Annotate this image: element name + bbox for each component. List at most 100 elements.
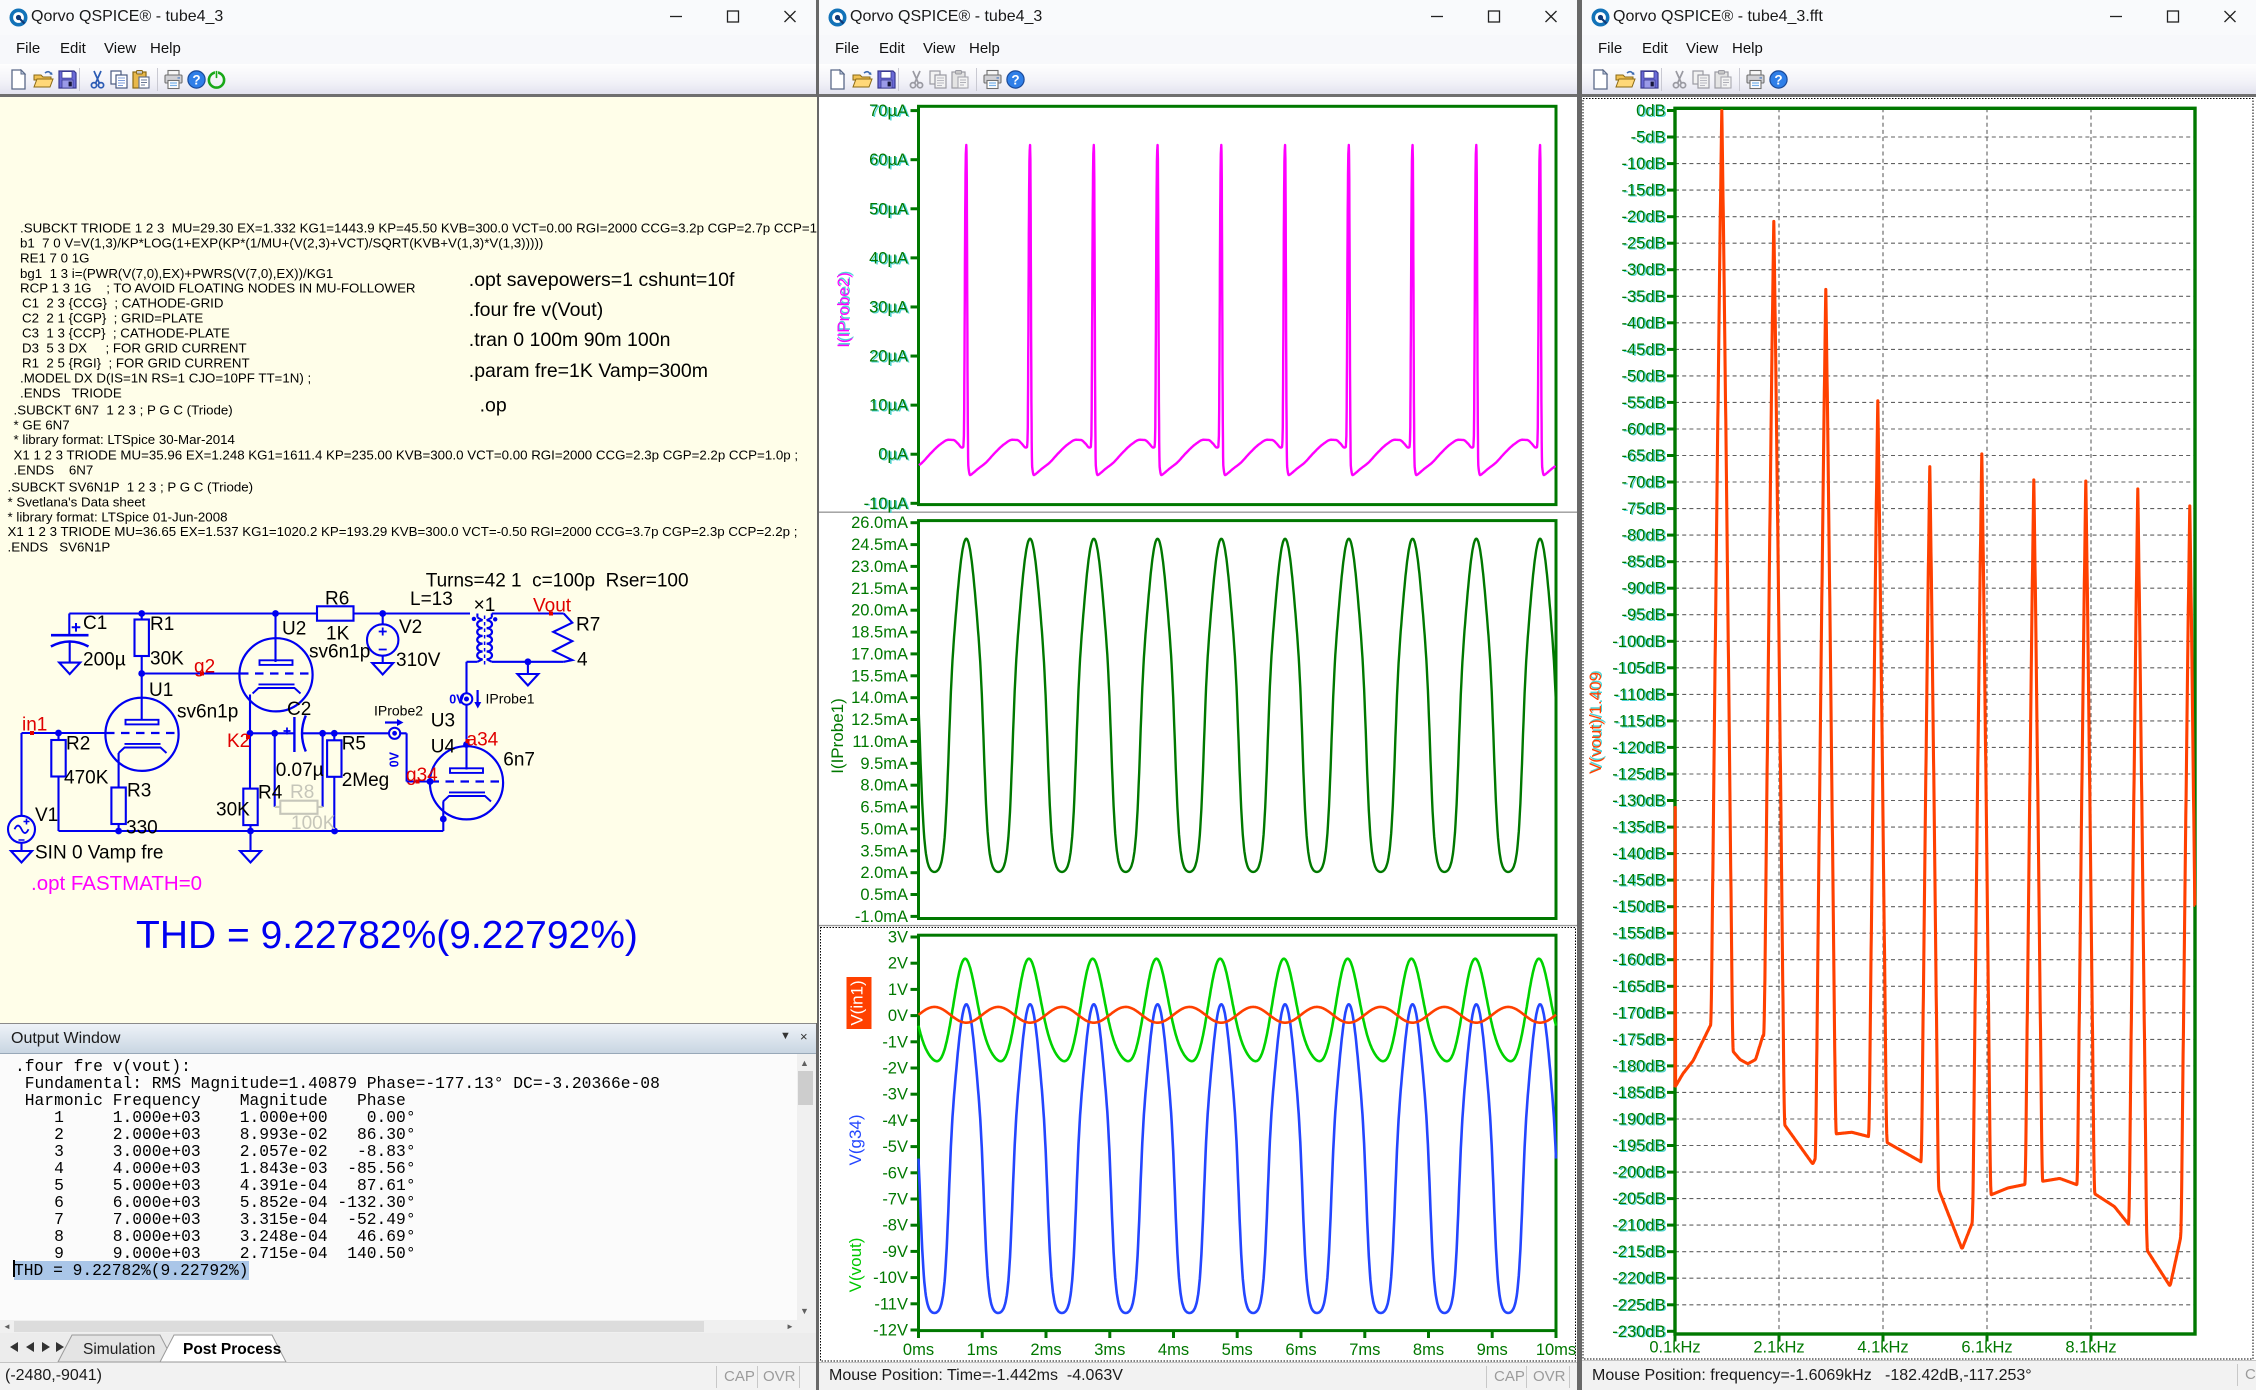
svg-text:D3 5 3 DX ; FOR GRID CURR: D3 5 3 DX ; FOR GRID CURRENT xyxy=(22,340,247,355)
svg-text:-205dB: -205dB xyxy=(1612,1190,1665,1208)
svg-text:20µA: 20µA xyxy=(869,348,908,366)
svg-text:2.0mA: 2.0mA xyxy=(860,864,908,882)
svg-text:-85dB: -85dB xyxy=(1621,553,1665,571)
svg-text:bg1 1 3 i=(PWR(V(7,0),EX)+PWR: bg1 1 3 i=(PWR(V(7,0),EX)+PWRS(V(7,0),EX… xyxy=(20,266,333,281)
svg-text:C1: C1 xyxy=(83,613,107,634)
svg-text:0V: 0V xyxy=(388,751,402,767)
svg-text:* library format: LTSpice 30-M: * library format: LTSpice 30-Mar-2014 xyxy=(14,432,235,447)
svg-text:-200dB: -200dB xyxy=(1612,1164,1665,1182)
svg-text:-120dB: -120dB xyxy=(1612,739,1665,757)
svg-text:30K: 30K xyxy=(150,649,184,670)
svg-text:Post Process: Post Process xyxy=(183,1341,281,1358)
svg-text:R7: R7 xyxy=(576,615,600,636)
svg-text:6ms: 6ms xyxy=(1285,1341,1316,1359)
svg-text:-30dB: -30dB xyxy=(1621,261,1665,279)
svg-text:?: ? xyxy=(1011,72,1019,87)
svg-text:2.1kHz: 2.1kHz xyxy=(1753,1339,1804,1357)
svg-text:X1 1 2 3 TRIODE MU=36.65 EX=1.: X1 1 2 3 TRIODE MU=36.65 EX=1.537 KG1=10… xyxy=(8,524,798,539)
svg-text:30K: 30K xyxy=(216,800,250,821)
svg-text:-8V: -8V xyxy=(882,1217,908,1235)
svg-text:.MODEL DX D(IS=1N RS=1 CJO=10P: .MODEL DX D(IS=1N RS=1 CJO=10PF TT=1N) ; xyxy=(20,370,311,385)
svg-text:C3 1 3 {CCP} ; CATHODE-PLATE: C3 1 3 {CCP} ; CATHODE-PLATE xyxy=(22,325,230,340)
svg-text:IProbe1: IProbe1 xyxy=(486,691,535,707)
svg-text:-5dB: -5dB xyxy=(1631,129,1666,147)
svg-text:0.1kHz: 0.1kHz xyxy=(1649,1339,1700,1357)
svg-text:R2: R2 xyxy=(66,734,90,755)
svg-text:.opt savepowers=1 cshunt=10f: .opt savepowers=1 cshunt=10f xyxy=(469,269,735,291)
svg-text:-100dB: -100dB xyxy=(1612,633,1665,651)
svg-text:5.0mA: 5.0mA xyxy=(860,820,908,838)
svg-text:2Meg: 2Meg xyxy=(342,770,390,791)
svg-text:.SUBCKT SV6N1P 1 2 3 ; P G C: .SUBCKT SV6N1P 1 2 3 ; P G C (Triode) xyxy=(8,480,254,495)
svg-text:-220dB: -220dB xyxy=(1612,1270,1665,1288)
svg-text:THD = 9.22782%(9.22792%): THD = 9.22782%(9.22792%) xyxy=(136,914,638,957)
svg-text:?: ? xyxy=(1774,72,1782,87)
svg-text:-4V: -4V xyxy=(882,1112,908,1130)
svg-text:11.0mA: 11.0mA xyxy=(852,733,908,751)
svg-text:6n7: 6n7 xyxy=(503,750,535,771)
svg-text:.op: .op xyxy=(480,395,507,417)
svg-text:0ms: 0ms xyxy=(903,1341,934,1359)
svg-text:-50dB: -50dB xyxy=(1621,367,1665,385)
svg-text:21.5mA: 21.5mA xyxy=(851,580,908,598)
svg-text:R8: R8 xyxy=(290,782,314,803)
svg-text:.param fre=1K Vamp=300m: .param fre=1K Vamp=300m xyxy=(469,360,708,382)
svg-text:-10µA: -10µA xyxy=(864,495,908,513)
svg-text:-135dB: -135dB xyxy=(1612,819,1665,837)
svg-text:-225dB: -225dB xyxy=(1612,1296,1665,1314)
svg-text:C1 2 3 {CCG} ; CATHODE-GRID: C1 2 3 {CCG} ; CATHODE-GRID xyxy=(22,296,223,311)
svg-text:R3: R3 xyxy=(127,781,151,802)
svg-text:0V: 0V xyxy=(449,693,465,707)
svg-text:-80dB: -80dB xyxy=(1621,527,1665,545)
svg-text:-9V: -9V xyxy=(882,1243,908,1261)
svg-text:470K: 470K xyxy=(64,768,109,789)
svg-text:.SUBCKT TRIODE 1 2 3 MU=29.30: .SUBCKT TRIODE 1 2 3 MU=29.30 EX=1.332 K… xyxy=(20,221,817,236)
svg-text:.four fre v(Vout): .four fre v(Vout) xyxy=(469,299,603,321)
svg-text:-145dB: -145dB xyxy=(1612,872,1665,890)
svg-text:-190dB: -190dB xyxy=(1612,1110,1665,1128)
svg-text:-25dB: -25dB xyxy=(1621,235,1665,253)
svg-text:10ms: 10ms xyxy=(1536,1341,1576,1359)
svg-text:8.0mA: 8.0mA xyxy=(860,777,908,795)
svg-text:a34: a34 xyxy=(467,730,499,751)
svg-text:* library format: LTSpice 01-J: * library format: LTSpice 01-Jun-2008 xyxy=(8,509,228,524)
svg-text:5ms: 5ms xyxy=(1222,1341,1253,1359)
svg-text:1V: 1V xyxy=(888,981,908,999)
svg-text:23.0mA: 23.0mA xyxy=(851,558,908,576)
svg-text:40µA: 40µA xyxy=(869,249,908,267)
svg-text:9.5mA: 9.5mA xyxy=(860,755,908,773)
svg-text:-90dB: -90dB xyxy=(1621,580,1665,598)
svg-text:.opt FASTMATH=0: .opt FASTMATH=0 xyxy=(31,872,202,895)
svg-text:70µA: 70µA xyxy=(869,102,908,120)
svg-text:U2: U2 xyxy=(282,619,306,640)
svg-text:V(vout): V(vout) xyxy=(846,1238,865,1293)
svg-text:RCP 1 3 1G ; TO AVOID FLOAT: RCP 1 3 1G ; TO AVOID FLOATING NODES IN … xyxy=(20,281,416,296)
svg-text:-175dB: -175dB xyxy=(1612,1031,1665,1049)
svg-text:12.5mA: 12.5mA xyxy=(851,711,908,729)
svg-text:60µA: 60µA xyxy=(869,151,908,169)
svg-text:-55dB: -55dB xyxy=(1621,394,1665,412)
svg-text:-65dB: -65dB xyxy=(1621,447,1665,465)
svg-text:R1 2 5 {RGI} ; FOR GRID CURR: R1 2 5 {RGI} ; FOR GRID CURRENT xyxy=(22,356,250,371)
svg-text:2V: 2V xyxy=(888,955,908,973)
svg-text:K2: K2 xyxy=(227,731,250,752)
svg-text:.ENDS SV6N1P: .ENDS SV6N1P xyxy=(8,540,111,555)
svg-text:-10dB: -10dB xyxy=(1621,155,1665,173)
svg-text:sv6n1p: sv6n1p xyxy=(309,642,370,663)
svg-text:V(g34): V(g34) xyxy=(846,1114,865,1165)
svg-text:3ms: 3ms xyxy=(1094,1341,1125,1359)
svg-text:-20dB: -20dB xyxy=(1621,208,1665,226)
svg-text:R6: R6 xyxy=(325,589,349,610)
svg-text:-40dB: -40dB xyxy=(1621,314,1665,332)
svg-text:6.1kHz: 6.1kHz xyxy=(1961,1339,2012,1357)
svg-text:-155dB: -155dB xyxy=(1612,925,1665,943)
svg-text:-170dB: -170dB xyxy=(1612,1004,1665,1022)
svg-text:.SUBCKT 6N7 1 2 3 ; P G C (Tr: .SUBCKT 6N7 1 2 3 ; P G C (Triode) xyxy=(14,402,233,417)
svg-text:-150dB: -150dB xyxy=(1612,898,1665,916)
svg-text:U4: U4 xyxy=(431,737,456,758)
svg-text:* Svetlana's Data sheet: * Svetlana's Data sheet xyxy=(8,494,146,509)
svg-text:R1: R1 xyxy=(150,614,174,635)
svg-text:-125dB: -125dB xyxy=(1612,765,1665,783)
svg-text:26.0mA: 26.0mA xyxy=(851,514,908,532)
svg-text:3V: 3V xyxy=(888,929,908,947)
